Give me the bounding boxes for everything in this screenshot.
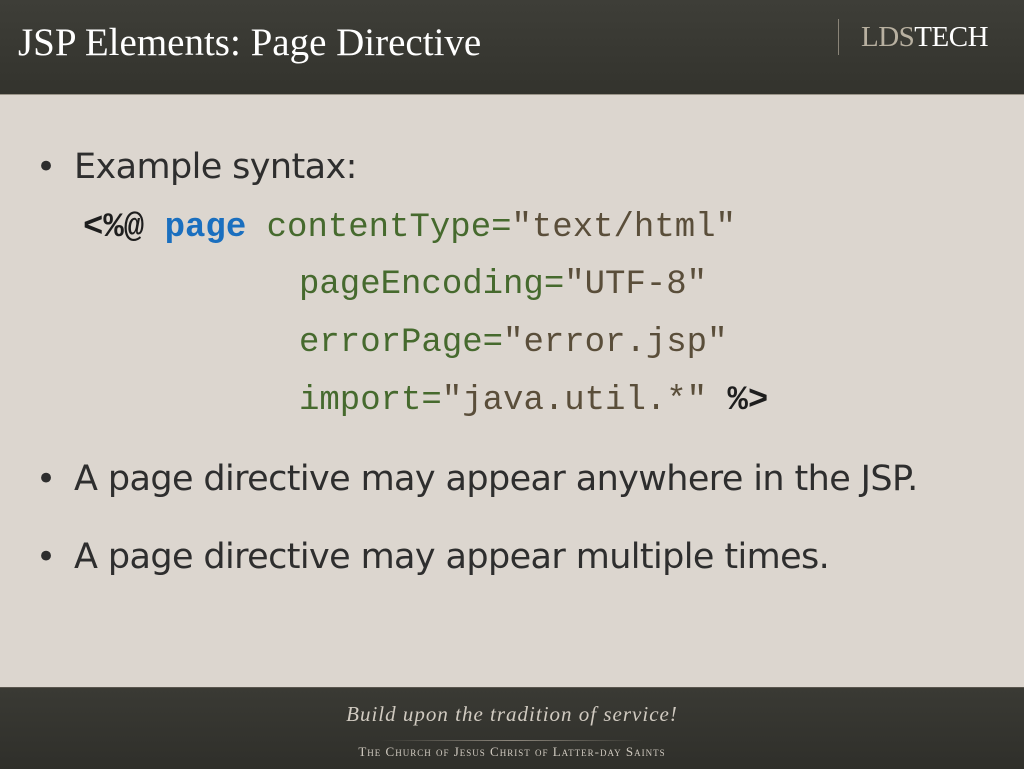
bullet-dot-icon: • (36, 537, 57, 577)
code-open-tag: <%@ (83, 209, 145, 247)
footer-tagline: Build upon the tradition of service! (346, 702, 678, 726)
code-eq: = (482, 324, 504, 362)
logo-tech-text: TECH (914, 20, 989, 53)
bullet-text: A page directive may appear anywhere in … (74, 459, 918, 499)
slide-title: JSP Elements: Page Directive (18, 21, 482, 64)
footer-church-name: The Church of Jesus Christ of Latter-day… (358, 744, 666, 759)
bullet-text: Example syntax: (74, 147, 357, 187)
code-value: "text/html" (511, 209, 736, 247)
code-attr: contentType (266, 209, 492, 247)
code-attr: import (299, 382, 422, 420)
code-value: "error.jsp" (503, 324, 728, 362)
code-keyword: page (164, 209, 247, 247)
bullet-item: • A page directive may appear multiple t… (36, 537, 830, 577)
code-line-4: import="java.util.*" %> (299, 382, 768, 420)
code-line-1: <%@ page contentType="text/html" (83, 209, 736, 247)
code-attr: pageEncoding (299, 266, 544, 304)
code-attr: errorPage (299, 324, 483, 362)
footer-divider (380, 740, 644, 741)
bullet-dot-icon: • (36, 147, 57, 187)
code-line-2: pageEncoding="UTF-8" (299, 266, 707, 304)
code-eq: = (543, 266, 565, 304)
slide-footer: Build upon the tradition of service! The… (0, 687, 1024, 769)
code-eq: = (491, 209, 512, 247)
logo-divider (838, 19, 839, 55)
bullet-item: • A page directive may appear anywhere i… (36, 459, 918, 499)
code-eq: = (421, 382, 442, 420)
slide-body: • Example syntax: <%@ page contentType="… (0, 95, 1024, 687)
code-close-tag: %> (727, 382, 769, 420)
code-line-3: errorPage="error.jsp" (299, 324, 727, 362)
bullet-dot-icon: • (36, 459, 57, 499)
bullet-text: A page directive may appear multiple tim… (74, 537, 830, 577)
code-value: "java.util.*" (441, 382, 708, 420)
slide-header: JSP Elements: Page Directive LDS TECH (0, 0, 1024, 95)
logo-lds-text: LDS (861, 20, 915, 53)
lds-tech-logo: LDS TECH (838, 18, 989, 56)
code-value: "UTF-8" (564, 266, 708, 304)
bullet-item: • Example syntax: (36, 147, 357, 187)
